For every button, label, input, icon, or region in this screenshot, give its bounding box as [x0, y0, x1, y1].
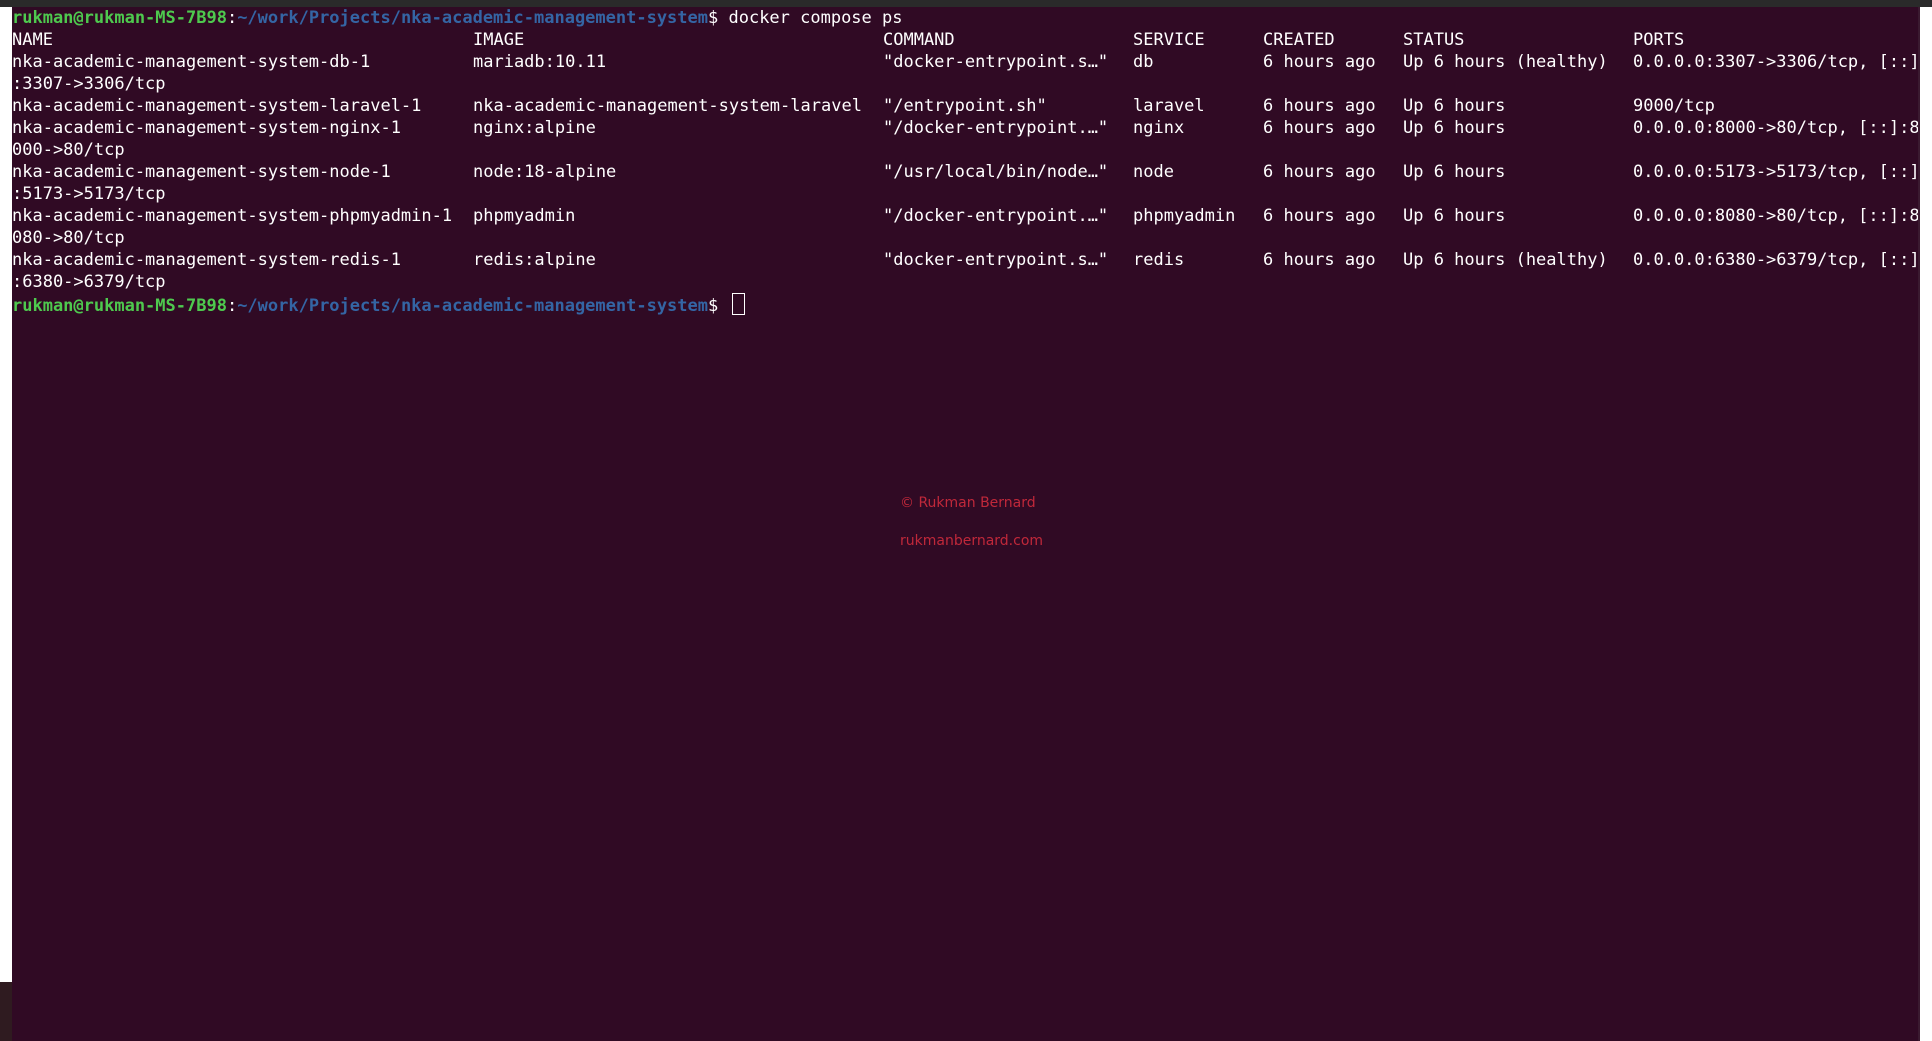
text-cursor	[732, 293, 746, 315]
row-ports: 9000/tcp	[1633, 96, 1715, 116]
row-ports: 0.0.0.0:5173->5173/tcp, [::]	[1633, 162, 1920, 182]
row-image: node:18-alpine	[473, 162, 617, 182]
row-created: 6 hours ago	[1263, 162, 1376, 182]
terminal-window[interactable]: rukman@rukman-MS-7B98:~/work/Projects/nk…	[12, 7, 1920, 1041]
row-name: nka-academic-management-system-laravel-1	[12, 96, 422, 116]
header-image: IMAGE	[473, 30, 525, 50]
table-row: nka-academic-management-system-redis-1 r…	[12, 249, 1920, 271]
row-ports: 0.0.0.0:8080->80/tcp, [::]:8	[1633, 206, 1920, 226]
header-created: CREATED	[1263, 30, 1335, 50]
table-row: nka-academic-management-system-phpmyadmi…	[12, 205, 1920, 227]
prompt-path: ~/work/Projects/nka-academic-management-…	[237, 8, 708, 28]
right-border	[1920, 7, 1932, 1041]
prompt-colon: :	[226, 8, 238, 28]
table-row: nka-academic-management-system-laravel-1…	[12, 95, 1920, 117]
row-created: 6 hours ago	[1263, 250, 1376, 270]
prompt-line-command: rukman@rukman-MS-7B98:~/work/Projects/nk…	[12, 7, 902, 29]
row-ports: 0.0.0.0:6380->6379/tcp, [::]	[1633, 250, 1920, 270]
row-ports-wrap: :5173->5173/tcp	[12, 184, 166, 204]
header-service: SERVICE	[1133, 30, 1205, 50]
header-name: NAME	[12, 30, 53, 50]
row-status: Up 6 hours (healthy)	[1403, 250, 1608, 270]
left-border-dark	[0, 982, 12, 1041]
row-created: 6 hours ago	[1263, 96, 1376, 116]
prompt-colon: :	[226, 296, 238, 316]
prompt-path: ~/work/Projects/nka-academic-management-…	[237, 296, 708, 316]
table-header: NAME IMAGE COMMAND SERVICE CREATED STATU…	[12, 29, 1920, 51]
row-name: nka-academic-management-system-node-1	[12, 162, 391, 182]
row-status: Up 6 hours (healthy)	[1403, 52, 1608, 72]
row-ports: 0.0.0.0:8000->80/tcp, [::]:8	[1633, 118, 1920, 138]
row-ports-wrap: :6380->6379/tcp	[12, 272, 166, 292]
row-service: nginx	[1133, 118, 1185, 138]
row-status: Up 6 hours	[1403, 162, 1506, 182]
row-created: 6 hours ago	[1263, 52, 1376, 72]
row-command: "/entrypoint.sh"	[883, 96, 1047, 116]
row-image: nka-academic-management-system-laravel	[473, 96, 862, 116]
header-ports: PORTS	[1633, 30, 1685, 50]
header-status: STATUS	[1403, 30, 1465, 50]
row-status: Up 6 hours	[1403, 206, 1506, 226]
row-service: redis	[1133, 250, 1185, 270]
table-row: nka-academic-management-system-node-1 no…	[12, 161, 1920, 183]
row-ports-wrap: 080->80/tcp	[12, 228, 125, 248]
row-command: "docker-entrypoint.s…"	[883, 52, 1109, 72]
row-status: Up 6 hours	[1403, 118, 1506, 138]
row-created: 6 hours ago	[1263, 206, 1376, 226]
row-status: Up 6 hours	[1403, 96, 1506, 116]
row-image: mariadb:10.11	[473, 52, 607, 72]
row-image: redis:alpine	[473, 250, 596, 270]
row-created: 6 hours ago	[1263, 118, 1376, 138]
row-name: nka-academic-management-system-phpmyadmi…	[12, 206, 453, 226]
row-service: laravel	[1133, 96, 1205, 116]
header-command: COMMAND	[883, 30, 955, 50]
row-ports: 0.0.0.0:3307->3306/tcp, [::]	[1633, 52, 1920, 72]
watermark-site: rukmanbernard.com	[900, 533, 1044, 549]
row-command: "/usr/local/bin/node…"	[883, 162, 1109, 182]
prompt-dollar: $	[708, 296, 729, 316]
row-service: db	[1133, 52, 1154, 72]
prompt-user-host: rukman@rukman-MS-7B98	[12, 296, 227, 316]
left-border	[0, 7, 12, 982]
row-image: phpmyadmin	[473, 206, 576, 226]
watermark-copyright: © Rukman Bernard	[900, 495, 1036, 511]
row-command: "/docker-entrypoint.…"	[883, 206, 1109, 226]
row-ports-wrap: :3307->3306/tcp	[12, 74, 166, 94]
row-name: nka-academic-management-system-nginx-1	[12, 118, 401, 138]
row-service: phpmyadmin	[1133, 206, 1236, 226]
row-ports-wrap: 000->80/tcp	[12, 140, 125, 160]
typed-command: docker compose ps	[728, 8, 903, 28]
row-service: node	[1133, 162, 1174, 182]
prompt-line-current[interactable]: rukman@rukman-MS-7B98:~/work/Projects/nk…	[12, 293, 746, 319]
table-row: nka-academic-management-system-nginx-1 n…	[12, 117, 1920, 139]
row-name: nka-academic-management-system-redis-1	[12, 250, 401, 270]
table-row: nka-academic-management-system-db-1 mari…	[12, 51, 1920, 73]
scrollbar[interactable]	[1918, 7, 1920, 1041]
row-command: "/docker-entrypoint.…"	[883, 118, 1109, 138]
row-name: nka-academic-management-system-db-1	[12, 52, 371, 72]
window-top-bar	[0, 0, 1932, 7]
row-image: nginx:alpine	[473, 118, 596, 138]
row-command: "docker-entrypoint.s…"	[883, 250, 1109, 270]
prompt-user-host: rukman@rukman-MS-7B98	[12, 8, 227, 28]
prompt-dollar: $	[708, 8, 729, 28]
